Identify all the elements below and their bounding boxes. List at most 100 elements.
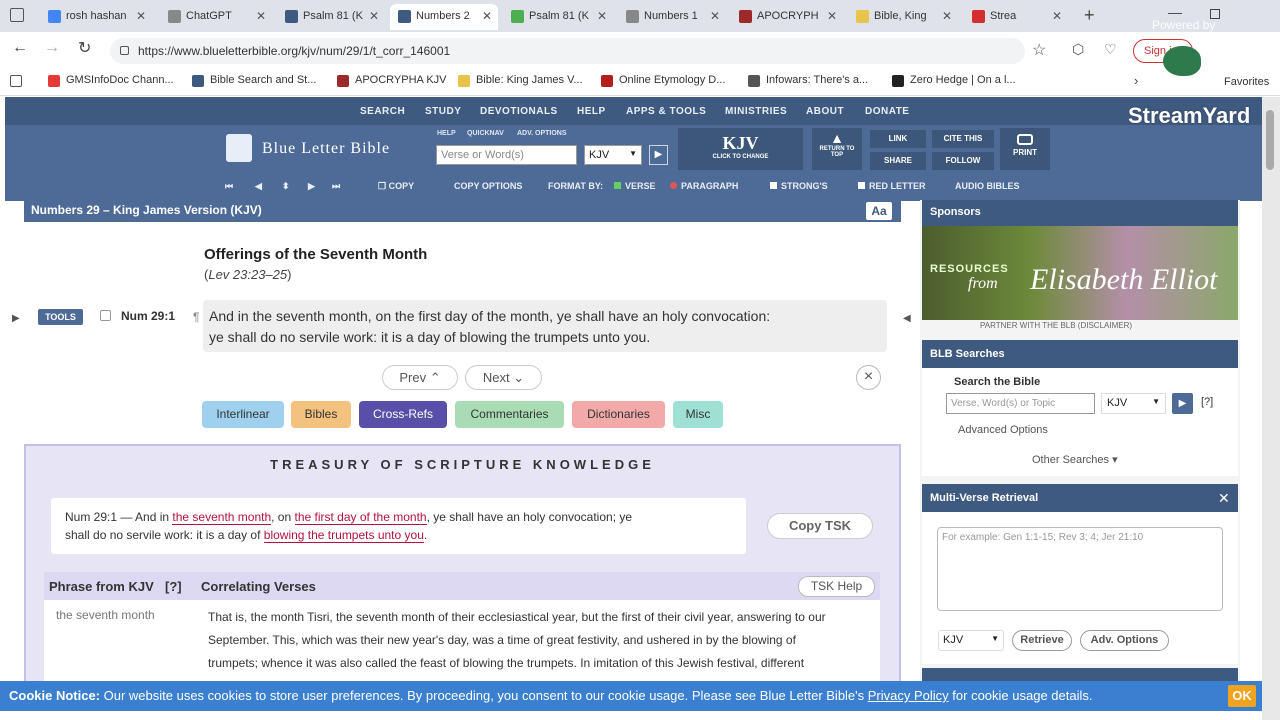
sidebar-search-go-button[interactable]: ▶ bbox=[1172, 393, 1193, 414]
blb-logo-icon[interactable] bbox=[226, 134, 252, 162]
adv-options-link[interactable]: ADV. OPTIONS bbox=[517, 130, 567, 137]
return-to-top-button[interactable]: ▲ RETURN TO TOP bbox=[812, 128, 862, 170]
strongs-toggle[interactable]: STRONG'S bbox=[770, 181, 828, 191]
nav-item[interactable]: ABOUT bbox=[806, 106, 844, 117]
audio-bibles-button[interactable]: AUDIO BIBLES bbox=[955, 181, 1020, 191]
tab-close-icon[interactable]: ✕ bbox=[369, 4, 379, 28]
text-size-button[interactable]: Aa bbox=[866, 202, 892, 220]
tab-close-icon[interactable]: ✕ bbox=[1052, 4, 1062, 28]
nav-item[interactable]: DEVOTIONALS bbox=[480, 106, 558, 117]
extensions-icon[interactable]: ⬡ bbox=[1072, 41, 1084, 58]
browser-tab[interactable]: Numbers 1 ✕ bbox=[618, 4, 726, 30]
format-paragraph-toggle[interactable]: PARAGRAPH bbox=[670, 181, 738, 191]
new-tab-button[interactable]: + bbox=[1084, 5, 1095, 26]
browser-tab[interactable]: ChatGPT ✕ bbox=[160, 4, 272, 30]
tab-close-icon[interactable]: ✕ bbox=[942, 4, 952, 28]
favorite-star-icon[interactable]: ☆ bbox=[1032, 40, 1046, 60]
reload-icon[interactable]: ↻ bbox=[78, 38, 91, 58]
bookmark-item[interactable]: Zero Hedge | On a l... bbox=[892, 74, 1016, 87]
partner-disclaimer-link[interactable]: PARTNER WITH THE BLB (DISCLAIMER) bbox=[980, 321, 1132, 330]
window-menu-icon[interactable] bbox=[10, 8, 24, 22]
forward-icon[interactable]: → bbox=[44, 39, 60, 57]
copy-verse-icon[interactable] bbox=[100, 310, 111, 321]
first-chapter-icon[interactable]: ⏮ bbox=[225, 181, 233, 192]
scrollbar-thumb[interactable] bbox=[1266, 110, 1274, 170]
bookmark-item[interactable]: APOCRYPHA KJV bbox=[337, 74, 447, 87]
cookie-ok-button[interactable]: OK bbox=[1228, 685, 1256, 707]
multi-verse-close-icon[interactable]: ✕ bbox=[1218, 490, 1230, 507]
chapter-list-icon[interactable]: ⬍ bbox=[282, 181, 290, 192]
browser-tab[interactable]: APOCRYPH ✕ bbox=[731, 4, 843, 30]
nav-item[interactable]: SEARCH bbox=[360, 106, 405, 117]
favorites-folder[interactable]: Favorites bbox=[1224, 76, 1269, 88]
browser-essentials-icon[interactable]: ♡ bbox=[1104, 41, 1117, 58]
tab-close-icon[interactable]: ✕ bbox=[136, 4, 146, 28]
sidebar-version-select[interactable]: KJV ▼ bbox=[1101, 393, 1166, 414]
sidebar-search-help-link[interactable]: [?] bbox=[1201, 396, 1213, 408]
next-button[interactable]: Next ⌄ bbox=[465, 365, 542, 390]
other-searches-link[interactable]: Other Searches ▾ bbox=[1032, 453, 1118, 466]
nav-item[interactable]: STUDY bbox=[425, 106, 461, 117]
bookmark-item[interactable]: Online Etymology D... bbox=[601, 74, 725, 87]
privacy-policy-link[interactable]: Privacy Policy bbox=[868, 688, 949, 703]
advanced-options-link[interactable]: Advanced Options bbox=[958, 424, 1048, 436]
copy-tsk-button[interactable]: Copy TSK bbox=[767, 513, 873, 539]
page-scrollbar[interactable] bbox=[1262, 97, 1280, 720]
cite-this-button[interactable]: CITE THIS bbox=[932, 130, 994, 148]
tab-close-icon[interactable]: ✕ bbox=[597, 4, 607, 28]
tsk-phrase-link-1[interactable]: the seventh month bbox=[172, 510, 272, 525]
print-button[interactable]: PRINT bbox=[1000, 128, 1050, 170]
tool-tab-commentaries[interactable]: Commentaries bbox=[455, 401, 564, 428]
tool-tab-dictionaries[interactable]: Dictionaries bbox=[572, 401, 665, 428]
quicknav-link[interactable]: QUICKNAV bbox=[467, 130, 504, 137]
format-verse-toggle[interactable]: VERSE bbox=[614, 181, 656, 191]
tab-close-icon[interactable]: ✕ bbox=[482, 4, 492, 28]
header-search-go-button[interactable]: ▶ bbox=[649, 145, 668, 165]
bookmark-item[interactable]: Infowars: There's a... bbox=[748, 74, 868, 87]
tab-close-icon[interactable]: ✕ bbox=[710, 4, 720, 28]
adv-options-button[interactable]: Adv. Options bbox=[1080, 630, 1169, 651]
browser-tab[interactable]: Psalm 81 (K ✕ bbox=[503, 4, 613, 30]
col-phrase-help-link[interactable]: [?] bbox=[165, 579, 182, 594]
more-bookmarks-icon[interactable]: › bbox=[1134, 73, 1138, 88]
nav-item[interactable]: APPS & TOOLS bbox=[626, 106, 706, 117]
browser-tab[interactable]: rosh hashan ✕ bbox=[40, 4, 152, 30]
share-button[interactable]: SHARE bbox=[870, 152, 926, 170]
close-tools-button[interactable]: × bbox=[856, 365, 881, 390]
tools-button[interactable]: TOOLS bbox=[38, 309, 83, 325]
nav-item[interactable]: HELP bbox=[577, 106, 606, 117]
sidebar-collapse-icon[interactable]: ◀ bbox=[903, 313, 911, 324]
header-version-select[interactable]: KJV ▼ bbox=[584, 145, 642, 165]
sidebar-search-input[interactable]: Verse, Word(s) or Topic bbox=[946, 393, 1095, 414]
search-help-link[interactable]: HELP bbox=[437, 130, 456, 137]
browser-tab[interactable]: Bible, King ✕ bbox=[848, 4, 958, 30]
multi-verse-version-select[interactable]: KJV ▼ bbox=[938, 630, 1004, 651]
follow-button[interactable]: FOLLOW bbox=[932, 152, 994, 170]
bookmark-item[interactable]: Bible Search and St... bbox=[192, 74, 316, 87]
tab-close-icon[interactable]: ✕ bbox=[827, 4, 837, 28]
nav-item[interactable]: DONATE bbox=[865, 106, 909, 117]
verse-reference[interactable]: Num 29:1 bbox=[121, 309, 175, 323]
link-button[interactable]: LINK bbox=[870, 130, 926, 148]
cross-ref-link[interactable]: Lev 23:23–25 bbox=[208, 267, 287, 282]
header-search-input[interactable]: Verse or Word(s) bbox=[436, 145, 577, 165]
tool-tab-bibles[interactable]: Bibles bbox=[291, 401, 351, 428]
red-letter-toggle[interactable]: RED LETTER bbox=[858, 181, 926, 191]
prev-button[interactable]: Prev ⌃ bbox=[382, 365, 458, 390]
tab-close-icon[interactable]: ✕ bbox=[256, 4, 266, 28]
bookmark-item[interactable]: Bible: King James V... bbox=[458, 74, 583, 87]
bookmark-item[interactable]: GMSInfoDoc Chann... bbox=[48, 74, 174, 87]
tsk-phrase-link-3[interactable]: blowing the trumpets unto you bbox=[263, 528, 424, 543]
apps-icon[interactable] bbox=[10, 75, 22, 87]
last-chapter-icon[interactable]: ⏭ bbox=[332, 181, 340, 192]
tool-tab-interlinear[interactable]: Interlinear bbox=[202, 401, 284, 428]
collapsed-panel-header[interactable] bbox=[922, 668, 1238, 682]
left-collapse-icon[interactable]: ▶ bbox=[12, 313, 20, 324]
browser-tab[interactable]: Psalm 81 (K ✕ bbox=[277, 4, 385, 30]
multi-verse-textarea[interactable]: For example: Gen 1:1-15; Rev 3; 4; Jer 2… bbox=[937, 527, 1223, 611]
copy-options-button[interactable]: COPY OPTIONS bbox=[454, 181, 522, 191]
kjv-version-button[interactable]: KJV CLICK TO CHANGE bbox=[678, 128, 803, 170]
back-icon[interactable]: ← bbox=[12, 39, 28, 57]
url-field[interactable]: https://www.blueletterbible.org/kjv/num/… bbox=[110, 38, 1025, 64]
browser-tab[interactable]: Numbers 2 ✕ bbox=[390, 4, 498, 30]
